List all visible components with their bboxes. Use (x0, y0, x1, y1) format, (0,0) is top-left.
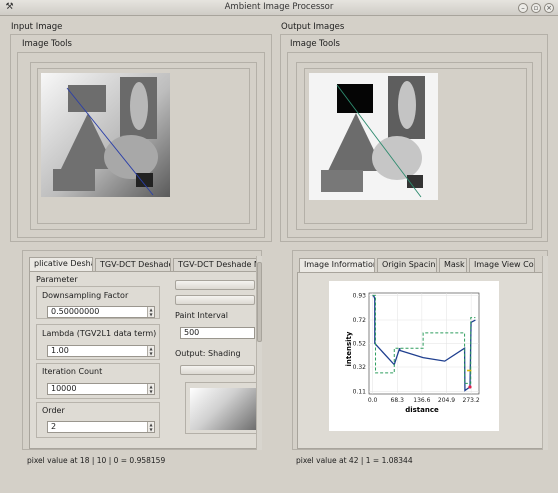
title-bar: ⚒ Ambient Image Processor – ▫ × (0, 0, 558, 16)
paint-interval-label: Paint Interval (175, 311, 228, 320)
tab-tgv-dct-deshade-mask[interactable]: TGV-DCT Deshade Ma (173, 258, 258, 272)
left-status-text: pixel value at 18 | 10 | 0 = 0.958159 (27, 456, 166, 465)
tab-tgv-dct-deshade[interactable]: TGV-DCT Deshade (95, 258, 171, 272)
y-tick-label: 0.52 (353, 341, 367, 348)
profile-marker-red (468, 385, 472, 389)
x-tick-label: 0.0 (368, 397, 378, 404)
iteration-spinbox[interactable]: 10000 ▲ ▼ (47, 383, 155, 395)
order-label: Order (42, 406, 65, 415)
spin-arrows-icon[interactable]: ▲ ▼ (147, 422, 154, 432)
x-tick-label: 273.2 (463, 397, 480, 404)
right-menu-tools[interactable]: Tools (319, 39, 340, 49)
downsampling-label: Downsampling Factor (42, 291, 129, 300)
x-tick-label: 68.3 (391, 397, 405, 404)
iteration-label: Iteration Count (42, 367, 103, 376)
maximize-button[interactable]: ▫ (531, 3, 541, 13)
x-tick-label: 136.6 (413, 397, 430, 404)
chart-y-label: intensity (345, 331, 353, 366)
order-spinbox[interactable]: 2 ▲ ▼ (47, 421, 155, 433)
left-menu-image[interactable]: Image (22, 39, 49, 49)
deshade-button[interactable] (175, 280, 255, 290)
input-image-title: Input Image (11, 22, 63, 32)
iteration-value: 10000 (51, 384, 77, 393)
right-status-text: pixel value at 42 | 1 = 1.08344 (296, 456, 413, 465)
deshade-stop-button[interactable] (175, 295, 255, 305)
lambda-spinbox[interactable]: 1.00 ▲ ▼ (47, 345, 155, 357)
minimize-button[interactable]: – (518, 3, 528, 13)
left-tab-scrollbar[interactable] (256, 256, 262, 450)
output-image-canvas[interactable] (309, 73, 438, 200)
spin-arrows-icon[interactable]: ▲ ▼ (147, 384, 154, 394)
spin-arrows-icon[interactable]: ▲ ▼ (147, 307, 154, 317)
y-tick-label: 0.11 (353, 389, 367, 396)
window-title: Ambient Image Processor (224, 2, 334, 12)
tab-origin-spacing[interactable]: Origin Spacing (377, 258, 437, 272)
y-tick-label: 0.72 (353, 317, 367, 324)
close-button[interactable]: × (544, 3, 554, 13)
output-shading-label: Output: Shading (175, 349, 241, 358)
paint-interval-input[interactable]: 500 (180, 327, 255, 339)
order-value: 2 (51, 422, 57, 431)
x-tick-label: 204.9 (438, 397, 455, 404)
left-menu-tools[interactable]: Tools (51, 39, 72, 49)
downsampling-spinbox[interactable]: 0.50000000 ▲ ▼ (47, 306, 155, 318)
tab-mask[interactable]: Mask (439, 258, 467, 272)
right-tab-scrollbar[interactable] (542, 256, 548, 450)
intensity-profile-chart: 0.0 68.3 136.6 204.9 273.2 0.93 0.72 0.52 0.32 0.… (329, 281, 499, 431)
chart-x-label: distance (405, 406, 439, 414)
paint-interval-value: 500 (184, 328, 200, 337)
output-images-title: Output Images (281, 22, 345, 32)
spin-arrows-icon[interactable]: ▲ ▼ (147, 346, 154, 356)
parameter-title: Parameter (36, 275, 78, 284)
tab-multiplicative-deshade[interactable]: plicative Deshade (29, 257, 93, 272)
tab-image-view-controls[interactable]: Image View Co (469, 258, 535, 272)
output-shading-button[interactable] (180, 365, 255, 375)
downsampling-value: 0.50000000 (51, 307, 100, 316)
lambda-label: Lambda (TGV2L1 data term) (42, 329, 157, 338)
shading-preview-image (190, 388, 256, 430)
tab-image-information[interactable]: Image Information (299, 258, 375, 273)
right-menu-image[interactable]: Image (290, 39, 317, 49)
y-tick-label: 0.93 (353, 292, 367, 299)
y-tick-label: 0.32 (353, 364, 367, 371)
input-image-canvas[interactable] (41, 73, 170, 197)
lambda-value: 1.00 (51, 346, 69, 355)
left-scrollbar-thumb[interactable] (257, 262, 262, 342)
